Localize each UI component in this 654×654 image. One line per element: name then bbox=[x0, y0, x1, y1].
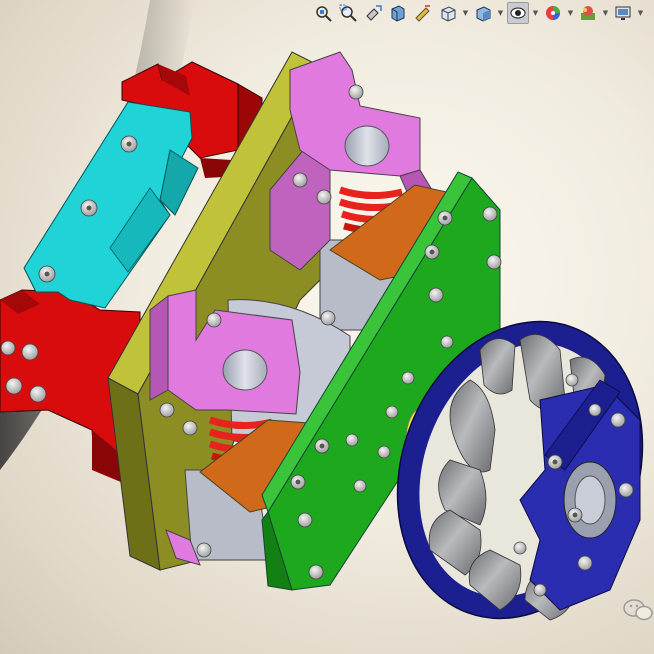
zoom-to-area-icon bbox=[339, 4, 357, 22]
dynamic-annotation-button[interactable] bbox=[412, 2, 434, 24]
edit-appearance-icon bbox=[546, 6, 560, 20]
graphics-viewport[interactable]: ▼ ▼ ▼ ▼ ▼ ▼ bbox=[0, 0, 654, 654]
section-view-icon bbox=[391, 5, 405, 22]
model-scene bbox=[0, 0, 644, 621]
view-orientation-icon bbox=[441, 6, 456, 22]
display-style-button[interactable] bbox=[472, 2, 494, 24]
hide-show-items-dropdown-icon[interactable]: ▼ bbox=[532, 9, 539, 17]
display-style-icon bbox=[476, 6, 491, 22]
apply-scene-icon bbox=[581, 6, 595, 20]
wechat-watermark bbox=[622, 590, 654, 630]
hide-show-items-icon bbox=[510, 7, 526, 19]
view-settings-dropdown-icon[interactable]: ▼ bbox=[637, 9, 644, 17]
section-view-button[interactable] bbox=[387, 2, 409, 24]
zoom-to-fit-icon bbox=[316, 6, 332, 22]
display-style-dropdown-icon[interactable]: ▼ bbox=[497, 9, 504, 17]
view-orientation-button[interactable] bbox=[437, 2, 459, 24]
view-settings-button[interactable] bbox=[612, 2, 634, 24]
hide-show-items-button[interactable] bbox=[507, 2, 529, 24]
dynamic-annotation-icon bbox=[415, 5, 430, 22]
previous-view-button[interactable] bbox=[362, 2, 384, 24]
heads-up-view-toolbar: ▼ ▼ ▼ ▼ ▼ ▼ bbox=[308, 0, 654, 26]
apply-scene-button[interactable] bbox=[577, 2, 599, 24]
zoom-to-area-button[interactable] bbox=[337, 2, 359, 24]
wechat-logo-icon bbox=[623, 599, 653, 621]
previous-view-icon bbox=[366, 5, 382, 21]
view-settings-icon bbox=[615, 6, 631, 20]
apply-scene-dropdown-icon[interactable]: ▼ bbox=[602, 9, 609, 17]
edit-appearance-dropdown-icon[interactable]: ▼ bbox=[567, 9, 574, 17]
zoom-to-fit-button[interactable] bbox=[312, 2, 334, 24]
edit-appearance-button[interactable] bbox=[542, 2, 564, 24]
view-orientation-dropdown-icon[interactable]: ▼ bbox=[462, 9, 469, 17]
